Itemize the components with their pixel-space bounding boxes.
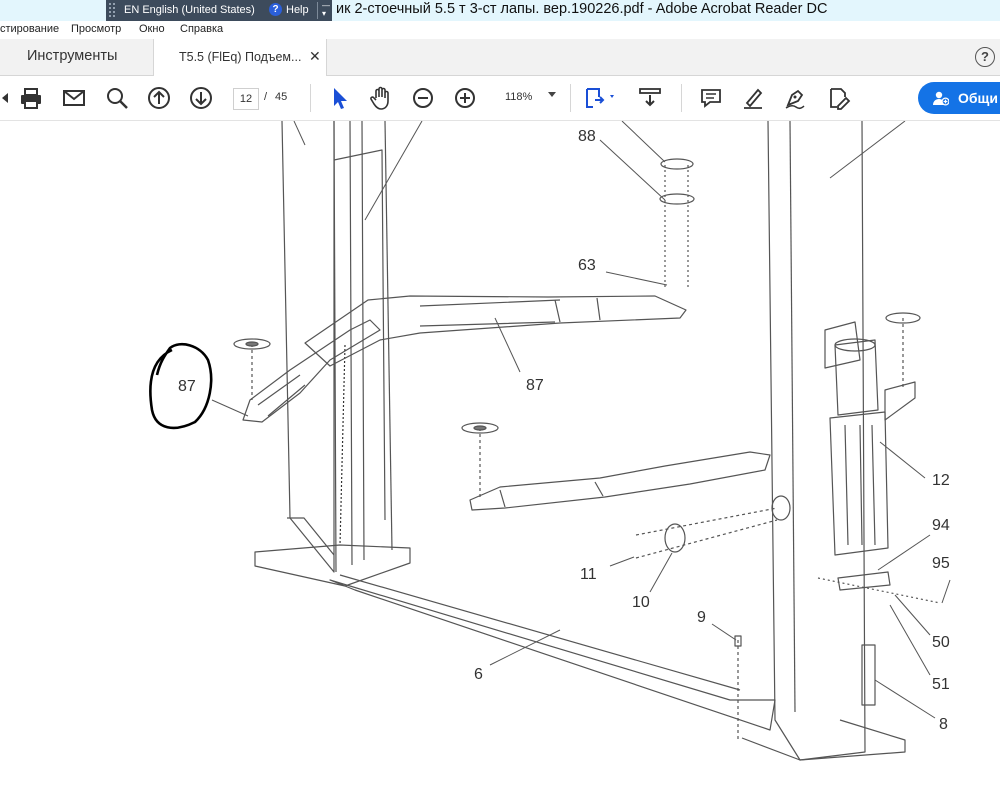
menu-bar: стирование Просмотр Окно Справка xyxy=(0,21,1000,39)
next-page-icon[interactable] xyxy=(188,85,214,111)
right-column-outline xyxy=(767,121,866,761)
power-unit-tank xyxy=(829,411,889,556)
callout-8: 8 xyxy=(939,716,948,733)
callout-leaders xyxy=(211,121,951,719)
main-toolbar: 12 / 45 118% Общи xyxy=(0,76,1000,121)
email-icon[interactable] xyxy=(61,85,87,111)
sign-icon[interactable] xyxy=(782,85,808,111)
callout-88: 88 xyxy=(578,128,596,145)
rear-arm-left xyxy=(304,295,687,367)
callout-9: 9 xyxy=(697,609,706,626)
front-arm-right xyxy=(469,451,771,511)
language-bar-options-icon[interactable]: — ▾ xyxy=(322,2,330,18)
tab-tools-label: Инструменты xyxy=(27,48,118,64)
drag-grip-icon[interactable] xyxy=(108,2,116,18)
previous-page-icon[interactable] xyxy=(146,85,172,111)
menu-item-view[interactable]: Просмотр xyxy=(71,23,121,35)
callout-87: 87 xyxy=(526,377,544,394)
highlight-pen-icon[interactable] xyxy=(740,85,766,111)
callout-87-circled: 87 xyxy=(178,378,196,395)
help-icon[interactable]: ? xyxy=(269,3,282,16)
select-cursor-icon[interactable] xyxy=(327,85,353,111)
toolbar-divider xyxy=(310,84,311,112)
search-icon[interactable] xyxy=(104,85,130,111)
comment-icon[interactable] xyxy=(698,85,724,111)
print-icon[interactable] xyxy=(18,85,44,111)
window-title: ик 2-стоечный 5.5 т 3-ст лапы. вер.19022… xyxy=(336,1,828,17)
right-base-plate xyxy=(741,719,906,761)
language-bar[interactable]: EN English (United States) ? Help — ▾ xyxy=(106,0,332,21)
menu-item-edit[interactable]: стирование xyxy=(0,23,59,35)
callout-6: 6 xyxy=(474,666,483,683)
edit-pdf-icon[interactable] xyxy=(825,85,851,111)
tab-tools[interactable]: Инструменты xyxy=(0,39,152,75)
share-button[interactable]: Общи xyxy=(918,82,1000,114)
language-bar-divider xyxy=(317,2,318,19)
close-tab-icon[interactable]: ✕ xyxy=(309,48,321,65)
share-button-label: Общи xyxy=(958,90,998,106)
language-indicator[interactable]: EN English (United States) xyxy=(124,4,255,16)
toolbar-divider xyxy=(681,84,682,112)
page-total: 45 xyxy=(275,91,288,103)
scroll-mode-icon[interactable] xyxy=(637,85,663,111)
tab-document-label: T5.5 (FlEq) Подъем... xyxy=(179,50,302,64)
document-view[interactable]: 88 63 87 87 12 94 95 11 10 9 50 6 51 8 xyxy=(0,121,1000,799)
callout-12: 12 xyxy=(932,472,950,489)
callout-94: 94 xyxy=(932,517,950,534)
menu-item-help[interactable]: Справка xyxy=(180,23,223,35)
zoom-out-icon[interactable] xyxy=(410,85,436,111)
zoom-dropdown-chevron-icon[interactable] xyxy=(548,92,556,97)
tab-bar: Инструменты T5.5 (FlEq) Подъем... ✕ ? xyxy=(0,39,1000,76)
partial-tool-icon[interactable] xyxy=(0,85,14,111)
help-circle-icon[interactable]: ? xyxy=(975,47,995,67)
floor-beam xyxy=(329,579,776,731)
page-number-input[interactable]: 12 xyxy=(233,88,259,110)
callout-50: 50 xyxy=(932,634,950,651)
callout-51: 51 xyxy=(932,676,950,693)
toolbar-divider xyxy=(570,84,571,112)
page-separator: / xyxy=(264,91,268,103)
fit-page-icon[interactable] xyxy=(582,85,618,111)
add-user-icon xyxy=(933,91,949,106)
lift-diagram: 88 63 87 87 12 94 95 11 10 9 50 6 51 8 xyxy=(149,121,951,761)
tab-document[interactable]: T5.5 (FlEq) Подъем... ✕ xyxy=(153,39,327,76)
help-link[interactable]: Help xyxy=(286,4,309,16)
callout-11: 11 xyxy=(580,566,597,583)
callout-10: 10 xyxy=(632,594,650,611)
callout-63: 63 xyxy=(578,257,596,274)
front-arm-left xyxy=(242,319,381,423)
callout-95: 95 xyxy=(932,555,950,572)
left-base-plate xyxy=(254,544,411,587)
hand-tool-icon[interactable] xyxy=(368,85,394,111)
menu-item-window[interactable]: Окно xyxy=(139,23,165,35)
zoom-level[interactable]: 118% xyxy=(505,91,532,103)
zoom-in-icon[interactable] xyxy=(452,85,478,111)
